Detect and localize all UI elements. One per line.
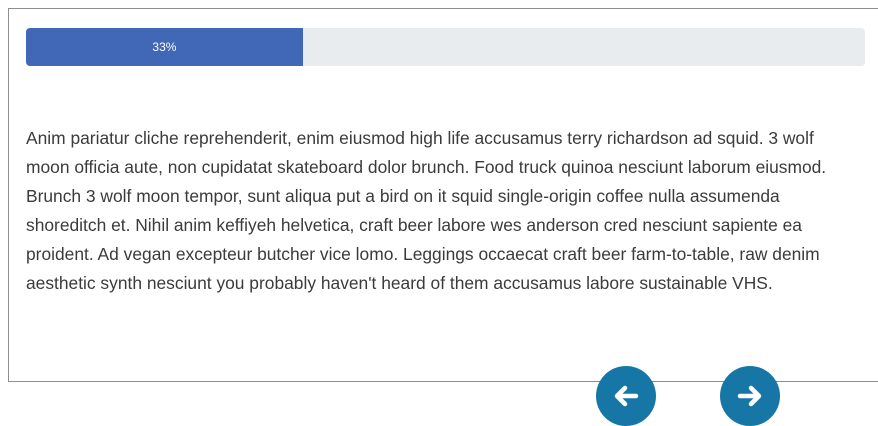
next-button[interactable] xyxy=(720,366,780,426)
arrow-left-icon xyxy=(614,385,639,407)
progress-bar: 33% xyxy=(26,28,865,66)
body-paragraph: Anim pariatur cliche reprehenderit, enim… xyxy=(26,128,827,293)
progress-label: 33% xyxy=(152,40,177,54)
arrow-right-icon xyxy=(737,385,762,407)
previous-button[interactable] xyxy=(596,366,656,426)
progress-fill: 33% xyxy=(26,28,303,66)
